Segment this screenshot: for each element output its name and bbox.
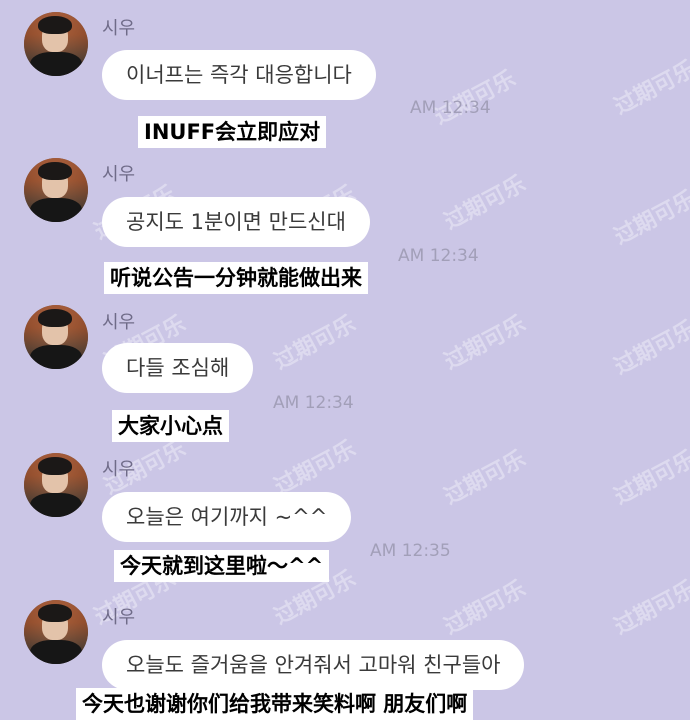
watermark: 过期可乐: [270, 311, 360, 375]
watermark: 过期可乐: [610, 186, 690, 250]
translation-caption: 听说公告一分钟就能做出来: [104, 262, 368, 294]
sender-name: 시우: [102, 607, 136, 628]
avatar[interactable]: [24, 158, 88, 222]
watermark: 过期可乐: [610, 446, 690, 510]
watermark: 过期可乐: [440, 446, 530, 510]
avatar[interactable]: [24, 600, 88, 664]
message-bubble[interactable]: 이너프는 즉각 대응합니다: [102, 50, 376, 100]
watermark: 过期可乐: [270, 436, 360, 500]
watermark: 过期可乐: [440, 576, 530, 640]
watermark: 过期可乐: [430, 66, 520, 130]
watermark: 过期可乐: [610, 56, 690, 120]
message-bubble[interactable]: 공지도 1분이면 만드신대: [102, 197, 370, 247]
translation-caption: INUFF会立即应对: [138, 116, 327, 148]
watermark: 过期可乐: [610, 576, 690, 640]
message-bubble[interactable]: 오늘도 즐거움을 안겨줘서 고마워 친구들아: [102, 640, 525, 690]
chat-view: 过期可乐 过期可乐 过期可乐 过期可乐 过期可乐 过期可乐 过期可乐 过期可乐 …: [0, 0, 690, 720]
sender-name: 시우: [102, 312, 136, 333]
message-time: AM 12:35: [370, 541, 451, 561]
sender-name: 시우: [102, 459, 136, 480]
translation-caption: 今天就到这里啦～^^: [114, 550, 330, 582]
message-bubble[interactable]: 오늘은 여기까지 ~^^: [102, 492, 352, 542]
message-time: AM 12:34: [410, 98, 491, 118]
avatar[interactable]: [24, 305, 88, 369]
translation-caption: 大家小心点: [112, 410, 229, 442]
avatar[interactable]: [24, 453, 88, 517]
watermark: 过期可乐: [610, 316, 690, 380]
translation-caption: 今天也谢谢你们给我带来笑料啊 朋友们啊: [76, 688, 474, 720]
message-time: AM 12:34: [273, 393, 354, 413]
message-time: AM 12:34: [398, 246, 479, 266]
sender-name: 시우: [102, 164, 136, 185]
watermark: 过期可乐: [440, 171, 530, 235]
message-bubble[interactable]: 다들 조심해: [102, 343, 254, 393]
sender-name: 시우: [102, 18, 136, 39]
watermark: 过期可乐: [440, 311, 530, 375]
avatar[interactable]: [24, 12, 88, 76]
